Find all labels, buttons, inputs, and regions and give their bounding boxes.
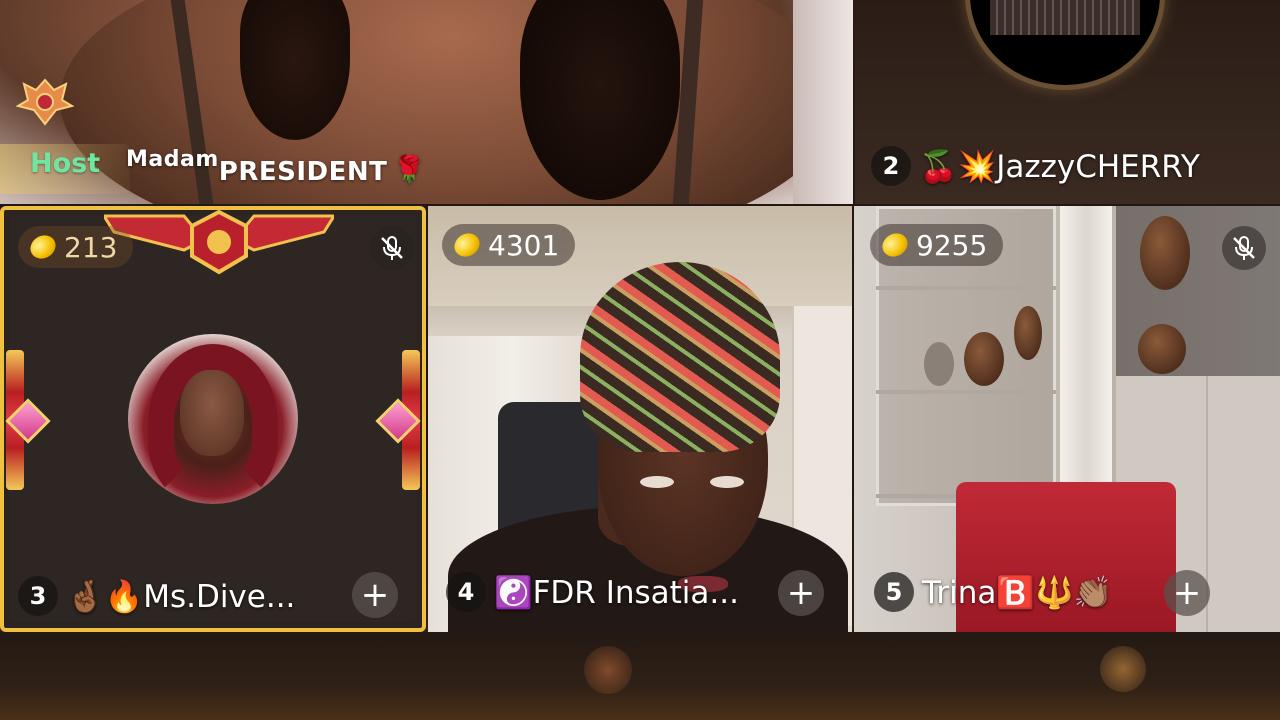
add-follow-button[interactable]: + [352, 572, 398, 618]
seat-number: 2 [871, 146, 911, 186]
video-shape [640, 476, 674, 488]
seat-5-coins: 9255 [870, 224, 1004, 266]
seat-3-tile[interactable]: 213 3 🤞🏾🔥Ms.Dive... + [0, 206, 426, 632]
video-shape [1014, 306, 1042, 360]
seat-number: 5 [874, 572, 914, 612]
host-label: Host [30, 148, 101, 179]
host-name-part2: PRESIDENT [218, 157, 388, 187]
video-shape [793, 0, 853, 204]
seat-4-tile[interactable]: 4301 4 ☯️FDR Insatia... + [428, 206, 852, 632]
seat-4-label: 4 ☯️FDR Insatia... [446, 568, 739, 616]
seat-user-name[interactable]: ☯️FDR Insatia... [494, 574, 739, 611]
bokeh-light [1100, 646, 1146, 692]
host-name[interactable]: MadamPRESIDENT 🌹 [126, 143, 426, 187]
bottom-background [0, 632, 1280, 720]
video-shape [180, 370, 244, 456]
add-follow-button[interactable]: + [1164, 570, 1210, 616]
video-shape [876, 390, 1056, 394]
bokeh-light [584, 646, 632, 694]
seat-user-name[interactable]: 🤞🏾🔥Ms.Dive... [66, 578, 295, 615]
seat-2-label: 2 🍒💥JazzyCHERRY [871, 142, 1200, 190]
video-shape [1138, 324, 1186, 374]
seat-5-tile[interactable]: 9255 5 Trina🅱️🔱👏🏽 + [854, 206, 1280, 632]
rank-crest-icon [16, 78, 74, 126]
seat-3-avatar[interactable] [128, 334, 298, 504]
seat-2-avatar-frame [965, 0, 1165, 90]
lion-crest-icon [104, 210, 334, 275]
seat-3-coins: 213 [18, 226, 134, 268]
plus-icon: + [360, 575, 390, 615]
video-shape [924, 342, 954, 386]
video-shape [990, 0, 1140, 35]
plus-icon: + [786, 573, 816, 613]
host-name-part1: Madam [126, 147, 219, 172]
host-name-emoji: 🌹 [393, 155, 427, 185]
coin-count: 9255 [916, 228, 988, 262]
video-shape [1060, 206, 1112, 486]
video-shape [876, 286, 1056, 290]
seat-3-label: 3 🤞🏾🔥Ms.Dive... [18, 572, 295, 620]
svg-graphic [1233, 236, 1255, 260]
plus-icon: + [1172, 573, 1202, 613]
seat-user-name[interactable]: 🍒💥JazzyCHERRY [919, 148, 1200, 185]
mic-off-icon[interactable] [1222, 226, 1266, 270]
seat-number: 4 [446, 572, 486, 612]
coin-icon [450, 228, 484, 262]
video-shape [580, 262, 780, 452]
video-shape [964, 332, 1004, 386]
seat-5-label: 5 Trina🅱️🔱👏🏽 [874, 568, 1112, 616]
coin-icon [26, 230, 60, 264]
seat-2-tile[interactable]: 2 🍒💥JazzyCHERRY [855, 0, 1280, 204]
add-follow-button[interactable]: + [778, 570, 824, 616]
coin-count: 4301 [488, 228, 560, 262]
coin-count: 213 [64, 230, 118, 264]
video-shape [1140, 216, 1190, 290]
mic-off-icon[interactable] [370, 226, 414, 270]
seat-number: 3 [18, 576, 58, 616]
video-shape [710, 476, 744, 488]
live-room: Host MadamPRESIDENT🌹 2 🍒💥JazzyCHERRY 21 [0, 0, 1280, 720]
svg-graphic [381, 236, 403, 260]
host-video-tile[interactable]: Host MadamPRESIDENT 🌹 [0, 0, 853, 204]
seat-4-coins: 4301 [442, 224, 576, 266]
coin-icon [878, 228, 912, 262]
seat-user-name[interactable]: Trina🅱️🔱👏🏽 [922, 574, 1112, 611]
